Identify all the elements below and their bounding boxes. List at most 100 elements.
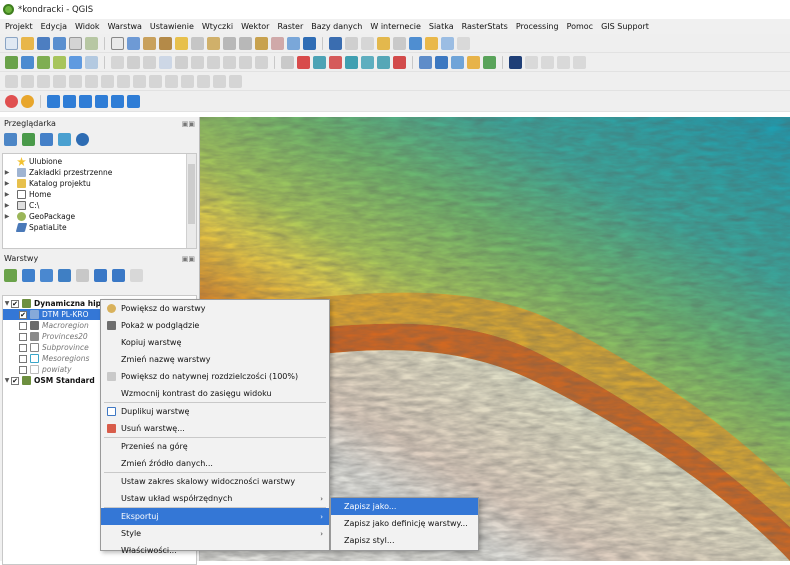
menu-item-duplicate-layer[interactable]: Duplikuj warstwę	[101, 403, 329, 420]
browser-scrollbar-thumb[interactable]	[188, 164, 195, 224]
menu-item-properties[interactable]: Właściwości...	[101, 542, 329, 559]
redo-icon[interactable]	[255, 55, 268, 69]
plugin-blue-6-icon[interactable]	[127, 94, 140, 108]
expand-arrow-icon[interactable]: ▶	[3, 180, 11, 187]
reshape-icon[interactable]	[133, 74, 146, 88]
zoom-layer-icon[interactable]	[191, 36, 204, 50]
menu-w-internecie[interactable]: W internecie	[370, 22, 421, 31]
toggle-editing-icon[interactable]	[111, 55, 124, 69]
expand-arrow-icon[interactable]: ▶	[3, 202, 11, 209]
add-part-icon[interactable]	[69, 74, 82, 88]
expand-arrow-icon[interactable]: ▶	[3, 191, 11, 198]
zoom-in-icon[interactable]	[143, 36, 156, 50]
plugin-red-icon[interactable]	[5, 94, 18, 108]
browser-item-geopackage[interactable]: ▶ GeoPackage	[3, 211, 196, 222]
show-bookmarks-icon[interactable]	[287, 36, 300, 50]
browser-item-spatialite[interactable]: SpatiaLite	[3, 222, 196, 233]
cut-features-icon[interactable]	[191, 55, 204, 69]
attribute-table-icon[interactable]	[377, 36, 390, 50]
add-spatialite-icon[interactable]	[69, 55, 82, 69]
save-as-icon[interactable]	[53, 36, 66, 50]
merge-features-icon[interactable]	[197, 74, 210, 88]
submenu-item-save-layer-definition[interactable]: Zapisz jako definicję warstwy...	[331, 515, 478, 532]
zoom-next-icon[interactable]	[239, 36, 252, 50]
refresh-icon[interactable]	[303, 36, 316, 50]
pin-label-icon[interactable]	[329, 55, 342, 69]
label-icon[interactable]	[281, 55, 294, 69]
show-hide-label-icon[interactable]	[345, 55, 358, 69]
menu-item-rename-layer[interactable]: Zmień nazwę warstwy	[101, 351, 329, 368]
annotation-icon[interactable]	[457, 36, 470, 50]
georeferencer-icon[interactable]	[419, 55, 432, 69]
pan-icon[interactable]	[111, 36, 124, 50]
filter-browser-icon[interactable]	[40, 133, 53, 146]
browser-item-katalog[interactable]: ▶ Katalog projektu	[3, 178, 196, 189]
new-map-view-icon[interactable]	[255, 36, 268, 50]
fill-ring-icon[interactable]	[85, 74, 98, 88]
delete-selected-icon[interactable]	[175, 55, 188, 69]
collapse-arrow-icon[interactable]: ▼	[3, 300, 11, 307]
label-tool-red-icon[interactable]	[297, 55, 310, 69]
filter-expression-icon[interactable]	[76, 269, 89, 282]
snapping-icon[interactable]	[525, 55, 538, 69]
layer-checkbox[interactable]	[19, 332, 27, 341]
move-label-icon[interactable]	[361, 55, 374, 69]
menu-projekt[interactable]: Projekt	[5, 22, 33, 31]
menu-item-move-to-top[interactable]: Przenieś na górę	[101, 438, 329, 455]
menu-item-change-data-source[interactable]: Zmień źródło danych...	[101, 455, 329, 472]
zoom-last-icon[interactable]	[223, 36, 236, 50]
plugin-blue-4-icon[interactable]	[95, 94, 108, 108]
field-calculator-icon[interactable]	[393, 36, 406, 50]
menu-item-remove-layer[interactable]: Usuń warstwę...	[101, 420, 329, 437]
browser-item-home[interactable]: ▶ Home	[3, 189, 196, 200]
change-label-icon[interactable]	[393, 55, 406, 69]
manage-visibility-icon[interactable]	[40, 269, 53, 282]
layer-checkbox[interactable]	[19, 321, 27, 330]
add-vector-icon[interactable]	[37, 55, 50, 69]
menu-warstwa[interactable]: Warstwa	[108, 22, 142, 31]
pan-to-selection-icon[interactable]	[127, 36, 140, 50]
rotate-symbols-icon[interactable]	[229, 74, 242, 88]
remove-layer-icon[interactable]	[130, 269, 143, 282]
split-features-icon[interactable]	[165, 74, 178, 88]
collapse-all-icon[interactable]	[112, 269, 125, 282]
menu-item-copy-layer[interactable]: Kopiuj warstwę	[101, 334, 329, 351]
add-wms-icon[interactable]	[85, 55, 98, 69]
layer-checkbox[interactable]	[11, 376, 19, 385]
simplify-icon[interactable]	[37, 74, 50, 88]
menu-item-zoom-native[interactable]: Powiększ do natywnej rozdzielczości (100…	[101, 368, 329, 385]
menu-item-show-in-overview[interactable]: Pokaż w podglądzie	[101, 317, 329, 334]
processing-toolbox-icon[interactable]	[435, 55, 448, 69]
rotate-feature-icon[interactable]	[21, 74, 34, 88]
menu-edycja[interactable]: Edycja	[41, 22, 67, 31]
layout-manager-icon[interactable]	[85, 36, 98, 50]
panel-toggle-icon[interactable]	[509, 55, 522, 69]
panel-float-close-icon[interactable]: ▣▣	[182, 255, 195, 263]
zoom-selection-icon[interactable]	[207, 36, 220, 50]
submenu-item-save-style[interactable]: Zapisz styl...	[331, 532, 478, 549]
menu-item-zoom-to-layer[interactable]: Powiększ do warstwy	[101, 300, 329, 317]
merge-attributes-icon[interactable]	[213, 74, 226, 88]
delete-ring-icon[interactable]	[101, 74, 114, 88]
browser-scrollbar[interactable]	[186, 154, 196, 248]
digitize-icon[interactable]	[143, 55, 156, 69]
menu-rasterstats[interactable]: RasterStats	[462, 22, 508, 31]
bookmark-icon[interactable]	[271, 36, 284, 50]
topology-icon[interactable]	[557, 55, 570, 69]
deselect-icon[interactable]	[361, 36, 374, 50]
zoom-full-icon[interactable]	[175, 36, 188, 50]
plugin-orange-icon[interactable]	[21, 94, 34, 108]
menu-wektor[interactable]: Wektor	[241, 22, 269, 31]
menu-item-export[interactable]: Eksportuj ›	[101, 508, 329, 525]
layer-checkbox[interactable]	[19, 343, 27, 352]
panel-float-close-icon[interactable]: ▣▣	[182, 120, 195, 128]
add-delimited-icon[interactable]	[53, 55, 66, 69]
undo-icon[interactable]	[239, 55, 252, 69]
layer-checkbox[interactable]	[19, 354, 27, 363]
menu-processing[interactable]: Processing	[516, 22, 559, 31]
browser-item-zakladki[interactable]: ▶ Zakładki przestrzenne	[3, 167, 196, 178]
menu-gis-support[interactable]: GIS Support	[601, 22, 649, 31]
filter-legend-icon[interactable]	[58, 269, 71, 282]
identify-icon[interactable]	[329, 36, 342, 50]
measure-icon[interactable]	[425, 36, 438, 50]
